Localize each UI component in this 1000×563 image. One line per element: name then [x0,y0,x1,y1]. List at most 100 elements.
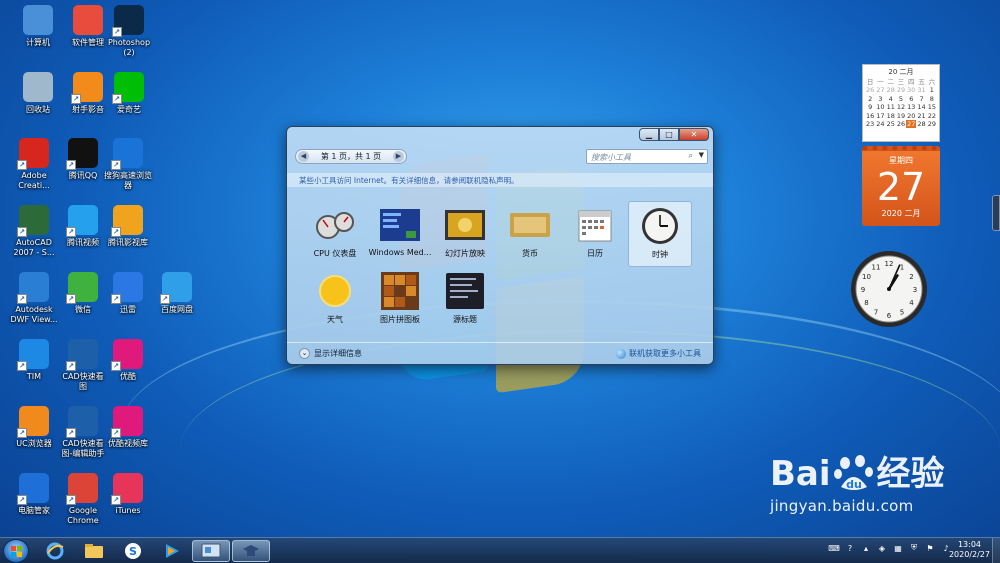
calendar-day[interactable]: 19 [896,112,906,120]
flag-icon[interactable]: ⚑ [924,542,936,554]
chevron-up-icon[interactable]: ▴ [860,542,872,554]
calendar-day[interactable]: 28 [916,120,926,128]
computer-icon [23,5,53,35]
weekday-header: 日 [866,78,874,86]
clock-numeral: 7 [874,309,878,317]
calendar-day[interactable]: 29 [896,86,906,94]
gadget-window-icon[interactable] [192,540,230,562]
calendar-day[interactable]: 8 [927,95,937,103]
calendar-day[interactable]: 1 [927,86,937,94]
calendar-day[interactable]: 26 [896,120,906,128]
calendar-day[interactable]: 16 [865,112,875,120]
privacy-notice-link[interactable]: 某些小工具访问 Internet。有关详细信息，请参阅联机隐私声明。 [287,173,713,187]
calendar-day[interactable]: 6 [906,95,916,103]
minimize-button[interactable]: ▁ [639,128,659,141]
calendar-day[interactable]: 24 [875,120,885,128]
prev-page-button[interactable]: ◀ [298,151,309,162]
calendar-day[interactable]: 11 [886,103,896,111]
help-icon[interactable]: ? [844,542,856,554]
gadget-tile[interactable]: 货币 [498,201,562,267]
gadget-gallery-window[interactable]: ▁ □ ✕ ◀ 第 1 页，共 1 页 ▶ 搜索小工具 ⌕ ▼ 某些小工具访问 … [286,126,714,365]
calendar-day[interactable]: 13 [906,103,916,111]
clock-numeral: 9 [861,286,865,294]
currency-icon [510,207,550,243]
clock-gadget[interactable]: 1 2 3 4 5 6 7 8 9 10 11 12 [849,249,929,329]
calendar-day[interactable]: 27 [906,120,917,129]
explorer-icon[interactable] [75,540,113,562]
calendar-day[interactable]: 17 [875,112,885,120]
gadget-tile[interactable]: 图片拼图板 [368,267,432,333]
desktop-icon[interactable]: ↗ 腾讯影视库 [97,205,159,248]
clock-time: 13:04 [957,540,982,549]
desktop-icon[interactable]: ↗ Photoshop (2) [98,5,160,58]
antivirus-icon[interactable]: ◈ [876,542,888,554]
calendar-day[interactable]: 26 [865,86,875,94]
calendar-day[interactable]: 10 [875,103,885,111]
gadget-tile[interactable]: 源标题 [433,267,497,333]
gadget-tile[interactable]: CPU 仪表盘 [303,201,367,267]
gadget-search-input[interactable]: 搜索小工具 ⌕ ▼ [586,149,708,164]
calendar-day[interactable]: 2 [865,95,875,103]
chevron-down-icon[interactable]: ▼ [699,151,704,159]
sogou-browser-icon[interactable]: S [114,540,152,562]
get-more-gadgets-link[interactable]: 联机获取更多小工具 [616,348,701,359]
tencent-video-icon[interactable] [153,540,191,562]
sogou-browser-icon: ↗ [111,138,143,170]
calendar-day[interactable]: 27 [875,86,885,94]
weekday-header: 一 [877,78,884,86]
next-page-button[interactable]: ▶ [392,151,404,162]
keyboard-icon[interactable]: ⌨ [828,542,840,554]
show-details-toggle[interactable]: ⌄ 显示详细信息 [299,348,362,359]
calendar-day[interactable]: 12 [896,103,906,111]
show-desktop-button[interactable] [992,538,1000,563]
calendar-day[interactable]: 28 [886,86,896,94]
shortcut-arrow-icon: ↗ [66,294,76,304]
network-icon[interactable]: ▦ [892,542,904,554]
desktop-icon[interactable]: ↗ 优酷视频库 [97,406,159,449]
search-icon[interactable]: ⌕ [689,151,693,161]
desktop-icon[interactable]: ↗ iTunes [97,473,159,516]
qq-icon: ↗ [66,138,98,170]
calendar-day[interactable]: 23 [865,120,875,128]
close-button[interactable]: ✕ [679,128,709,141]
calendar-day[interactable]: 4 [886,95,896,103]
gadget-tile[interactable]: 日历 [563,201,627,267]
page-navigator: ◀ 第 1 页，共 1 页 ▶ [295,149,407,164]
calendar-day[interactable]: 5 [896,95,906,103]
calendar-gadget[interactable]: 20 二月 日一二三四五六 26 27 28 29 30 31 1 2 3 4 5 6 7 8 9 10 11 12… [862,64,940,226]
sidebar-handle[interactable] [992,195,1000,231]
calendar-day[interactable]: 7 [916,95,926,103]
calendar-month-view: 20 二月 日一二三四五六 26 27 28 29 30 31 1 2 3 4 5 6 7 8 9 10 11 12… [862,64,940,142]
gadget-label: 天气 [327,315,343,324]
gadget-tile[interactable]: 时钟 [628,201,692,267]
calendar-day[interactable]: 15 [927,103,937,111]
desktop-icon[interactable]: ↗ 优酷 [97,339,159,382]
desktop-icon[interactable]: ↗ 百度网盘 [146,272,208,315]
shortcut-arrow-icon: ↗ [17,227,27,237]
calendar-day[interactable]: 29 [927,120,937,128]
calendar-day[interactable]: 30 [906,86,916,94]
globe-icon [616,348,626,359]
calendar-day[interactable]: 3 [875,95,885,103]
calendar-day[interactable]: 25 [886,120,896,128]
start-button[interactable] [3,539,29,563]
desktop-icon[interactable]: ↗ 搜狗高速浏览 器 [97,138,159,191]
gadget-tile[interactable]: 幻灯片放映 [433,201,497,267]
taskbar-clock[interactable]: 13:04 2020/2/27 [949,540,990,560]
calendar-day[interactable]: 14 [916,103,926,111]
pc-manager-icon: ↗ [17,473,49,505]
calendar-day[interactable]: 22 [927,112,937,120]
calendar-day[interactable]: 21 [916,112,926,120]
gadget-tile[interactable]: Windows Med... [368,201,432,267]
maximize-button[interactable]: □ [659,128,679,141]
gadget-tile[interactable]: 天气 [303,267,367,333]
calendar-day[interactable]: 9 [865,103,875,111]
calendar-day[interactable]: 18 [886,112,896,120]
shield-icon[interactable]: ⛨ [908,542,920,554]
gadget-label: CPU 仪表盘 [313,249,357,258]
calendar-day[interactable]: 20 [906,112,916,120]
ie-icon[interactable] [36,540,74,562]
gadget-hat-icon[interactable] [232,540,270,562]
calendar-day[interactable]: 31 [916,86,926,94]
desktop-icon[interactable]: ↗ 爱奇艺 [98,72,160,115]
